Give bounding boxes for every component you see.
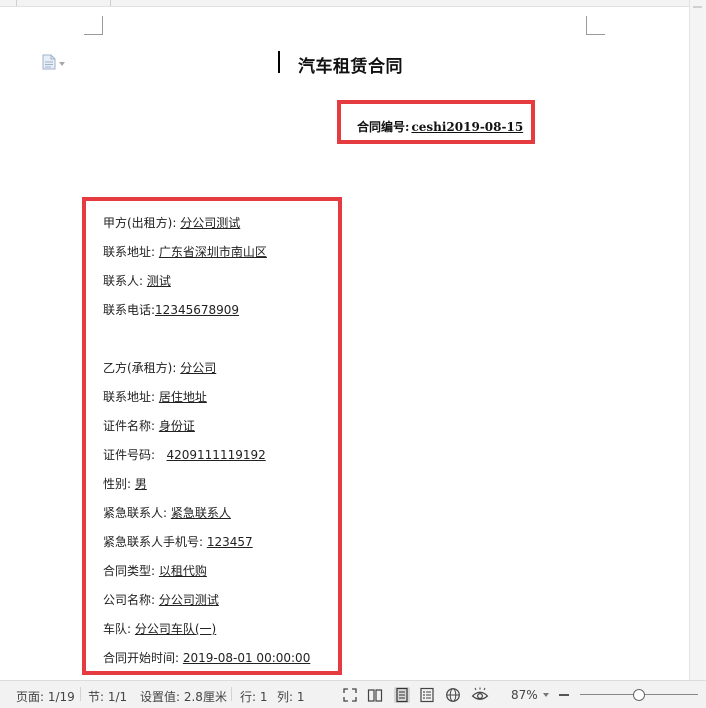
- read-mode-button[interactable]: [367, 687, 383, 703]
- zoom-slider-handle[interactable]: [633, 689, 645, 701]
- document-icon: [42, 54, 56, 74]
- field-label: 联系地址:: [103, 245, 156, 259]
- field-company-name: 公司名称: 分公司测试: [103, 593, 219, 607]
- document-title: 汽车租赁合同: [298, 57, 403, 77]
- scrollbar-grip[interactable]: [693, 6, 702, 8]
- zoom-out-button[interactable]: [559, 694, 569, 696]
- text-cursor: [278, 51, 280, 73]
- field-label: 合同开始时间:: [103, 651, 180, 665]
- field-value: 紧急联系人: [170, 506, 231, 520]
- field-value: 分公司测试: [158, 593, 219, 607]
- page-view-icon: [396, 687, 408, 703]
- zoom-level[interactable]: 87%: [511, 688, 538, 702]
- chevron-down-icon: [59, 62, 65, 66]
- web-layout-icon: [446, 688, 460, 702]
- contract-number-label: 合同编号:: [357, 120, 410, 134]
- field-gender: 性别: 男: [103, 477, 147, 491]
- field-value: 分公司车队(一): [134, 622, 217, 636]
- chevron-down-icon[interactable]: [543, 693, 549, 697]
- field-value: 4209111119192: [166, 448, 266, 462]
- field-lessor: 甲方(出租方): 分公司测试: [103, 216, 240, 230]
- status-bar: 页面: 1/19 节: 1/1 设置值: 2.8厘米 行: 1 列: 1 87%: [0, 680, 706, 708]
- field-value: 12345678909: [155, 303, 240, 317]
- field-label: 紧急联系人手机号:: [103, 535, 204, 549]
- status-section[interactable]: 节: 1/1: [88, 688, 127, 705]
- read-mode-icon: [367, 689, 383, 702]
- document-icon-menu[interactable]: [42, 54, 65, 74]
- eye-protection-button[interactable]: [471, 687, 489, 703]
- field-label: 合同类型:: [103, 564, 156, 578]
- field-contract-start: 合同开始时间: 2019-08-01 00:00:00: [103, 651, 310, 665]
- field-label: 甲方(出租方):: [103, 216, 177, 230]
- field-value: 广东省深圳市南山区: [158, 245, 267, 259]
- field-emergency-contact: 紧急联系人: 紧急联系人: [103, 506, 231, 520]
- outline-view-button[interactable]: [419, 687, 435, 703]
- field-lessor-phone: 联系电话:12345678909: [103, 303, 239, 317]
- field-value: 居住地址: [158, 390, 207, 404]
- field-value: 分公司: [180, 361, 217, 375]
- top-ruler: [0, 0, 690, 7]
- field-label: 性别:: [103, 477, 132, 491]
- fullscreen-button[interactable]: [342, 687, 358, 703]
- field-label: 联系地址:: [103, 390, 156, 404]
- document-window: 汽车租赁合同 合同编号: ceshi2019-08-15 甲方(出租方): 分公司…: [0, 0, 706, 708]
- field-value: 男: [134, 477, 147, 491]
- outline-icon: [420, 687, 434, 703]
- status-row: 行: 1: [240, 690, 268, 704]
- contract-number-value: ceshi2019-08-15: [411, 120, 524, 134]
- field-fleet: 车队: 分公司车队(一): [103, 622, 216, 636]
- status-col: 列: 1: [277, 690, 305, 704]
- margin-corner-top-left: [84, 16, 103, 35]
- field-label: 紧急联系人:: [103, 506, 168, 520]
- field-value: 分公司测试: [180, 216, 241, 230]
- field-value: 2019-08-01 00:00:00: [182, 651, 311, 665]
- eye-protection-icon: [471, 687, 489, 700]
- field-contract-type: 合同类型: 以租代购: [103, 564, 207, 578]
- field-emergency-phone: 紧急联系人手机号: 123457: [103, 535, 253, 549]
- status-page[interactable]: 页面: 1/19: [16, 688, 75, 705]
- field-value: 以租代购: [158, 564, 207, 578]
- field-label: 公司名称:: [103, 593, 156, 607]
- field-label: 联系电话:: [103, 303, 156, 317]
- field-id-type: 证件名称: 身份证: [103, 419, 195, 433]
- field-label: 证件名称:: [103, 419, 156, 433]
- vertical-scrollbar[interactable]: [689, 0, 706, 680]
- web-layout-button[interactable]: [445, 687, 461, 703]
- contract-number: 合同编号: ceshi2019-08-15: [357, 118, 527, 135]
- field-id-number: 证件号码: 4209111119192: [103, 448, 266, 462]
- field-lessee-address: 联系地址: 居住地址: [103, 390, 207, 404]
- field-lessee: 乙方(承租方): 分公司: [103, 361, 216, 375]
- field-label: 乙方(承租方):: [103, 361, 177, 375]
- margin-corner-top-right: [586, 16, 605, 35]
- field-lessor-address: 联系地址: 广东省深圳市南山区: [103, 245, 267, 259]
- field-value: 身份证: [158, 419, 195, 433]
- field-value: 测试: [146, 274, 171, 288]
- field-value: 123457: [206, 535, 253, 549]
- field-lessor-contact: 联系人: 测试: [103, 274, 171, 288]
- status-setting[interactable]: 设置值: 2.8厘米: [140, 688, 227, 705]
- field-label: 联系人:: [103, 274, 144, 288]
- field-label: 证件号码:: [103, 448, 156, 462]
- fullscreen-icon: [343, 688, 357, 702]
- page-view-button[interactable]: [394, 687, 410, 703]
- field-label: 车队:: [103, 622, 132, 636]
